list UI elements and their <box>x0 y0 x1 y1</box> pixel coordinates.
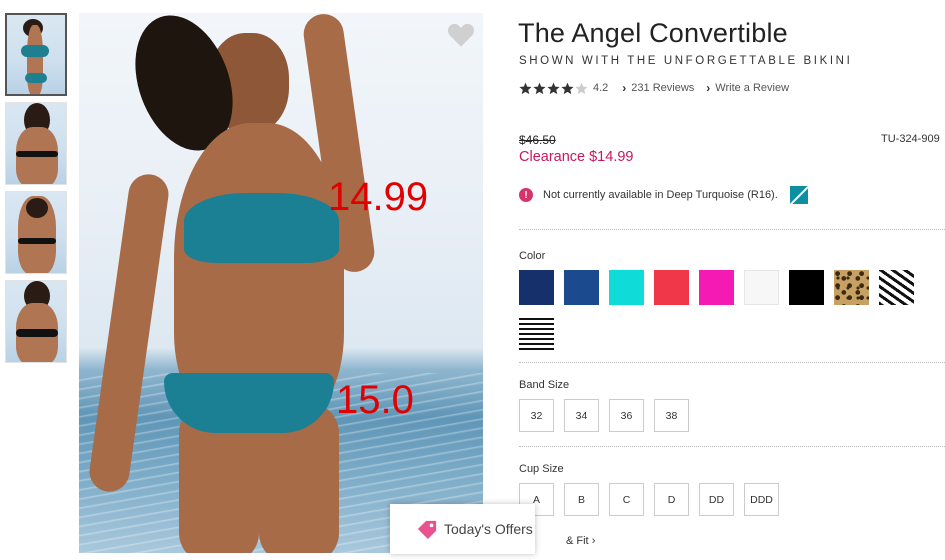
star-icon <box>533 82 546 94</box>
divider <box>519 362 945 363</box>
cup-size-c[interactable]: C <box>609 483 644 516</box>
image-price-annotation-top: 14.99 <box>328 175 429 219</box>
thumbnail-halter-back[interactable] <box>5 191 67 274</box>
tag-icon <box>417 520 437 539</box>
divider <box>519 446 945 447</box>
color-label: Color <box>519 250 546 262</box>
todays-offers-label: Today's Offers <box>444 521 533 537</box>
star-icon <box>561 82 574 94</box>
product-title: The Angel Convertible <box>518 18 788 48</box>
write-review-label: Write a Review <box>715 82 790 94</box>
original-price: $46.50 <box>519 133 556 147</box>
band-size-32[interactable]: 32 <box>519 399 554 432</box>
unavailable-swatch-icon <box>789 186 808 204</box>
chevron-right-icon: › <box>706 81 711 95</box>
color-swatch-white[interactable] <box>744 270 779 305</box>
cup-size-d[interactable]: D <box>654 483 689 516</box>
cup-size-b[interactable]: B <box>564 483 599 516</box>
star-rating <box>519 82 589 95</box>
cup-size-label: Cup Size <box>519 463 564 475</box>
alert-icon: ! <box>519 188 533 202</box>
availability-message: Not currently available in Deep Turquois… <box>543 189 778 201</box>
rating-value: 4.2 <box>593 82 609 94</box>
color-swatch-black[interactable] <box>789 270 824 305</box>
heart-icon[interactable] <box>447 22 475 48</box>
color-swatch-hot-pink[interactable] <box>699 270 734 305</box>
write-review-link[interactable]: › Write a Review <box>706 81 789 95</box>
reviews-link-label: 231 Reviews <box>631 82 695 94</box>
main-product-image <box>79 13 483 553</box>
band-size-38[interactable]: 38 <box>654 399 689 432</box>
star-icon <box>519 82 532 94</box>
thumbnail-cross-back[interactable] <box>5 280 67 363</box>
chevron-right-icon: › <box>591 535 596 547</box>
todays-offers-button[interactable]: Today's Offers <box>390 504 535 554</box>
band-size-label: Band Size <box>519 379 570 391</box>
rating-row: 4.2 › 231 Reviews › Write a Review <box>519 80 801 96</box>
star-empty-icon <box>575 82 588 94</box>
band-size-36[interactable]: 36 <box>609 399 644 432</box>
size-fit-label: & Fit <box>566 535 589 547</box>
color-swatch-zebra[interactable] <box>879 270 914 305</box>
divider <box>519 229 945 230</box>
product-subtitle: SHOWN WITH THE UNFORGETTABLE BIKINI <box>519 55 853 67</box>
chevron-right-icon: › <box>622 81 627 95</box>
color-swatch-coral-red[interactable] <box>654 270 689 305</box>
thumbnail-back[interactable] <box>5 102 67 185</box>
color-swatch-stripe[interactable] <box>519 315 554 350</box>
star-icon <box>547 82 560 94</box>
reviews-link[interactable]: › 231 Reviews <box>622 81 694 95</box>
color-swatch-aqua[interactable] <box>609 270 644 305</box>
color-swatch-leopard[interactable] <box>834 270 869 305</box>
thumbnail-front[interactable] <box>5 13 67 96</box>
clearance-price: Clearance $14.99 <box>519 149 634 165</box>
availability-notice: ! Not currently available in Deep Turquo… <box>519 186 808 204</box>
color-swatch-royal-blue[interactable] <box>564 270 599 305</box>
size-fit-link[interactable]: & Fit › <box>566 535 595 547</box>
band-size-34[interactable]: 34 <box>564 399 599 432</box>
sku: TU-324-909 <box>881 133 940 145</box>
cup-size-ddd[interactable]: DDD <box>744 483 779 516</box>
image-price-annotation-bottom: 15.0 <box>336 378 414 422</box>
cup-size-dd[interactable]: DD <box>699 483 734 516</box>
color-swatch-navy[interactable] <box>519 270 554 305</box>
